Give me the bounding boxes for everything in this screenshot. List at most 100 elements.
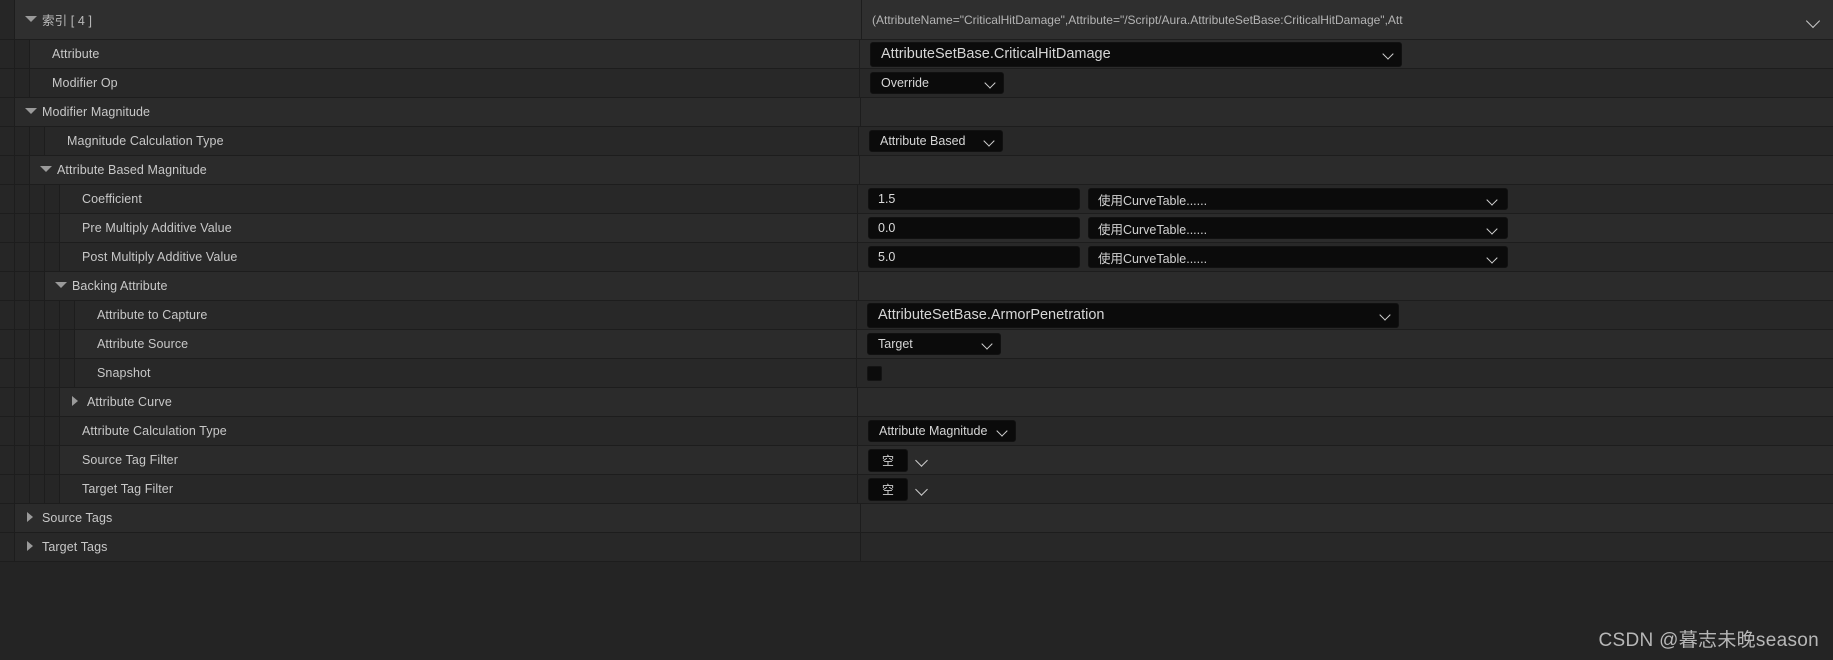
number-input-pre-multiply-additive-value[interactable]: 0.0: [868, 217, 1080, 239]
property-value-cell: [859, 272, 1833, 300]
dropdown-modifier-op[interactable]: Override: [870, 72, 1004, 94]
index-value-cell[interactable]: (AttributeName="CriticalHitDamage",Attri…: [862, 0, 1833, 39]
indent-guide: [45, 417, 60, 445]
property-label: Modifier Op: [52, 76, 118, 90]
number-input-post-multiply-additive-value[interactable]: 5.0: [868, 246, 1080, 268]
property-label: Post Multiply Additive Value: [82, 250, 238, 264]
dropdown-attribute-to-capture[interactable]: AttributeSetBase.ArmorPenetration: [867, 302, 1399, 328]
curve-table-dropdown-post-multiply-additive-value[interactable]: 使用CurveTable......: [1088, 246, 1508, 268]
property-row-attribute-curve[interactable]: Attribute Curve: [0, 388, 1833, 417]
property-name-cell: Target Tag Filter: [60, 475, 858, 503]
property-row-target-tag-filter[interactable]: Target Tag Filter 空: [0, 475, 1833, 504]
chevron-down-icon[interactable]: [916, 453, 930, 467]
property-name-cell: Attribute Based Magnitude: [30, 156, 860, 184]
chevron-down-icon[interactable]: [1807, 13, 1821, 27]
property-row-attribute-to-capture[interactable]: Attribute to Capture AttributeSetBase.Arm…: [0, 301, 1833, 330]
property-name-cell: Post Multiply Additive Value: [60, 243, 858, 271]
property-label: Magnitude Calculation Type: [67, 134, 224, 148]
tag-button-source-tag-filter[interactable]: 空: [868, 448, 908, 472]
property-row-coefficient[interactable]: Coefficient 1.5 使用CurveTable......: [0, 185, 1833, 214]
indent-guides: [0, 504, 15, 532]
indent-guides: [0, 0, 15, 39]
indent-guide: [15, 243, 30, 271]
indent-guide: [0, 417, 15, 445]
indent-guide: [0, 127, 15, 155]
indent-guide: [0, 156, 15, 184]
chevron-down-icon: [1383, 48, 1395, 60]
property-row-attribute[interactable]: Attribute AttributeSetBase.CriticalHitDam…: [0, 40, 1833, 69]
property-row-attribute-calculation-type[interactable]: Attribute Calculation Type Attribute Magn…: [0, 417, 1833, 446]
property-name-cell: Magnitude Calculation Type: [45, 127, 859, 155]
dropdown-attribute-calculation-type[interactable]: Attribute Magnitude: [868, 420, 1017, 442]
property-row-pre-multiply-additive-value[interactable]: Pre Multiply Additive Value 0.0 使用CurveTab…: [0, 214, 1833, 243]
property-row-magnitude-calculation-type[interactable]: Magnitude Calculation Type Attribute Base…: [0, 127, 1833, 156]
indent-guide: [0, 185, 15, 213]
indent-guide: [0, 69, 15, 97]
property-name-cell: Attribute Source: [75, 330, 857, 358]
dropdown-value: AttributeSetBase.CriticalHitDamage: [881, 46, 1111, 62]
indent-guides: [0, 156, 30, 184]
expander-expanded-icon[interactable]: [23, 105, 37, 119]
indent-guide: [30, 417, 45, 445]
expander-collapsed-icon[interactable]: [23, 511, 37, 525]
property-row-snapshot[interactable]: Snapshot: [0, 359, 1833, 388]
property-row-post-multiply-additive-value[interactable]: Post Multiply Additive Value 5.0 使用CurveTa…: [0, 243, 1833, 272]
chevron-down-icon[interactable]: [916, 482, 930, 496]
index-row[interactable]: 索引 [ 4 ] (AttributeName="CriticalHitDama…: [0, 0, 1833, 40]
property-name-cell: Target Tags: [15, 533, 861, 561]
index-expander-icon[interactable]: [23, 13, 37, 27]
property-name-cell: Modifier Magnitude: [15, 98, 861, 126]
property-value-cell: Attribute Based: [859, 127, 1833, 155]
property-row-target-tags[interactable]: Target Tags: [0, 533, 1833, 562]
checkbox-snapshot[interactable]: [867, 365, 882, 381]
chevron-down-icon: [997, 425, 1009, 437]
indent-guides: [0, 388, 60, 416]
property-row-modifier-op[interactable]: Modifier Op Override: [0, 69, 1833, 98]
indent-guide: [45, 475, 60, 503]
property-value-cell: AttributeSetBase.ArmorPenetration: [857, 301, 1833, 329]
indent-guide: [45, 243, 60, 271]
property-row-attribute-source[interactable]: Attribute Source Target: [0, 330, 1833, 359]
property-value-cell: AttributeSetBase.CriticalHitDamage: [860, 40, 1833, 68]
property-row-modifier-magnitude[interactable]: Modifier Magnitude: [0, 98, 1833, 127]
expander-expanded-icon[interactable]: [38, 163, 52, 177]
dropdown-value: Attribute Magnitude: [879, 424, 988, 438]
indent-guide: [0, 388, 15, 416]
property-row-attribute-based-magnitude[interactable]: Attribute Based Magnitude: [0, 156, 1833, 185]
property-value-cell: [861, 98, 1833, 126]
curve-table-value: 使用CurveTable......: [1098, 251, 1208, 266]
indent-guide: [30, 272, 45, 300]
indent-guide: [60, 359, 75, 387]
indent-guide: [45, 301, 60, 329]
number-input-coefficient[interactable]: 1.5: [868, 188, 1080, 210]
dropdown-magnitude-calculation-type[interactable]: Attribute Based: [869, 130, 1003, 152]
index-value-text: (AttributeName="CriticalHitDamage",Attri…: [872, 12, 1403, 27]
property-label: Modifier Magnitude: [42, 105, 151, 119]
curve-table-dropdown-pre-multiply-additive-value[interactable]: 使用CurveTable......: [1088, 217, 1508, 239]
indent-guides: [0, 533, 15, 561]
dropdown-value: AttributeSetBase.ArmorPenetration: [878, 307, 1105, 323]
indent-guide: [30, 359, 45, 387]
expander-expanded-icon[interactable]: [53, 279, 67, 293]
indent-guides: [0, 359, 75, 387]
indent-guide: [45, 214, 60, 242]
property-name-cell: Pre Multiply Additive Value: [60, 214, 858, 242]
indent-guide: [15, 330, 30, 358]
dropdown-attribute[interactable]: AttributeSetBase.CriticalHitDamage: [870, 41, 1402, 67]
property-name-cell: Attribute Calculation Type: [60, 417, 858, 445]
chevron-down-icon: [985, 77, 997, 89]
property-label: Attribute Based Magnitude: [57, 163, 207, 177]
property-value-cell: 空: [858, 446, 1833, 474]
dropdown-attribute-source[interactable]: Target: [867, 333, 1001, 355]
indent-guides: [0, 243, 60, 271]
property-value-cell: [861, 533, 1833, 561]
indent-guide: [0, 214, 15, 242]
tag-button-target-tag-filter[interactable]: 空: [868, 477, 908, 501]
property-row-source-tag-filter[interactable]: Source Tag Filter 空: [0, 446, 1833, 475]
property-row-backing-attribute[interactable]: Backing Attribute: [0, 272, 1833, 301]
property-row-source-tags[interactable]: Source Tags: [0, 504, 1833, 533]
expander-collapsed-icon[interactable]: [23, 540, 37, 554]
expander-collapsed-icon[interactable]: [68, 395, 82, 409]
curve-table-dropdown-coefficient[interactable]: 使用CurveTable......: [1088, 188, 1508, 210]
indent-guides: [0, 185, 60, 213]
